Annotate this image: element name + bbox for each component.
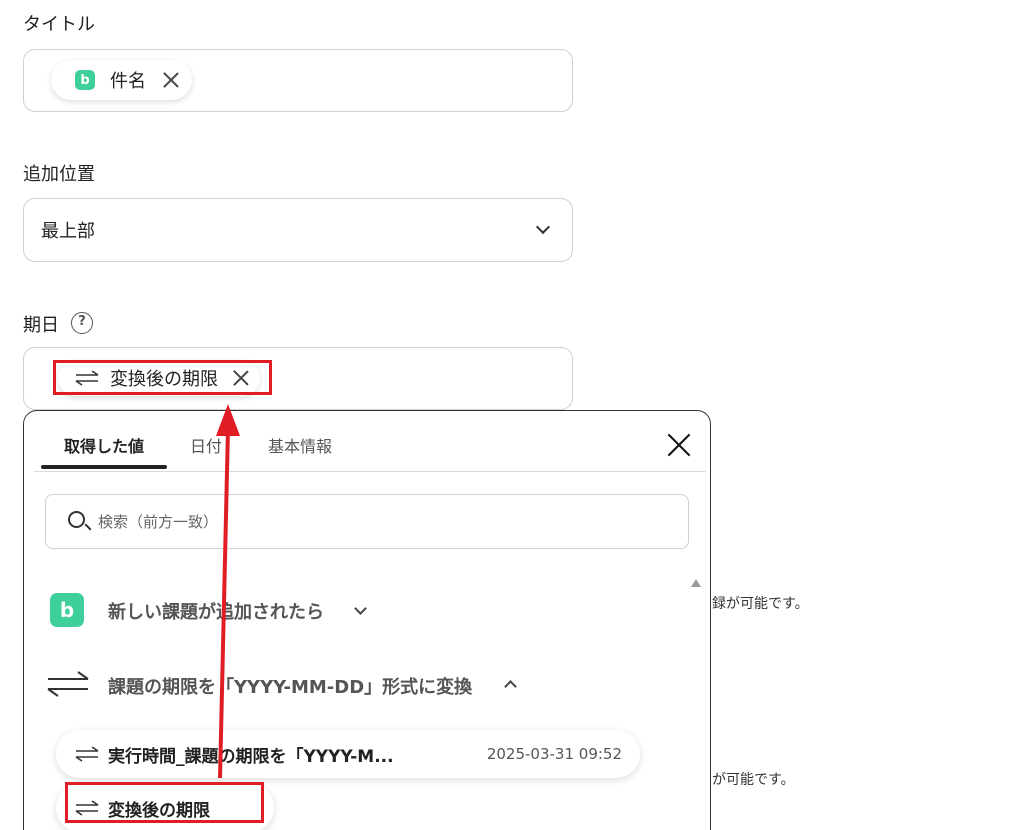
list-item[interactable]: 変換後の期限	[56, 784, 274, 830]
title-field[interactable]: b 件名	[23, 49, 573, 112]
position-label: 追加位置	[23, 164, 95, 185]
close-icon[interactable]	[232, 369, 250, 387]
close-icon[interactable]	[162, 71, 180, 89]
title-chip-label: 件名	[110, 71, 146, 92]
chevron-up-icon[interactable]	[504, 680, 517, 693]
value-picker-panel: 取得した値 日付 基本情報 b 新しい課題が追加されたら 課題の期限を「YYYY…	[23, 410, 711, 830]
item-label: 実行時間_課題の期限を「YYYY-M...	[108, 746, 394, 767]
active-tab-indicator	[41, 465, 167, 469]
search-box[interactable]	[45, 494, 689, 549]
due-field[interactable]: 変換後の期限	[23, 347, 573, 410]
chevron-down-icon[interactable]	[354, 602, 367, 615]
title-chip[interactable]: b 件名	[51, 60, 192, 100]
backlog-app-icon: b	[50, 593, 84, 627]
item-label: 変換後の期限	[108, 800, 210, 821]
tab-basic-info[interactable]: 基本情報	[268, 433, 332, 457]
position-select[interactable]: 最上部	[23, 198, 573, 262]
convert-arrows-icon	[75, 746, 99, 762]
convert-arrows-icon	[75, 370, 99, 386]
search-icon	[68, 511, 85, 528]
chevron-down-icon	[535, 219, 551, 235]
question-circle-icon[interactable]: ?	[71, 312, 93, 334]
convert-arrows-icon	[75, 800, 99, 816]
due-chip-label: 変換後の期限	[110, 369, 218, 390]
title-label: タイトル	[23, 14, 95, 35]
due-chip[interactable]: 変換後の期限	[58, 360, 260, 396]
backlog-app-icon: b	[75, 70, 95, 90]
tab-date[interactable]: 日付	[190, 433, 222, 457]
item-timestamp: 2025-03-31 09:52	[486, 745, 622, 763]
position-select-value: 最上部	[41, 221, 95, 242]
section-title-convert[interactable]: 課題の期限を「YYYY-MM-DD」形式に変換	[108, 673, 472, 699]
tab-acquired-values[interactable]: 取得した値	[64, 433, 144, 457]
side-note: が可能です。	[712, 772, 795, 788]
due-label: 期日	[23, 315, 59, 336]
list-item[interactable]: 実行時間_課題の期限を「YYYY-M... 2025-03-31 09:52	[56, 730, 640, 778]
search-input[interactable]	[98, 509, 658, 535]
close-icon[interactable]	[667, 433, 691, 457]
convert-arrows-icon	[47, 671, 89, 697]
scroll-up-arrow[interactable]	[691, 579, 701, 587]
section-title-new-issue[interactable]: 新しい課題が追加されたら	[108, 598, 324, 624]
side-note: 録が可能です。	[712, 596, 809, 612]
tabs-divider	[34, 471, 706, 472]
